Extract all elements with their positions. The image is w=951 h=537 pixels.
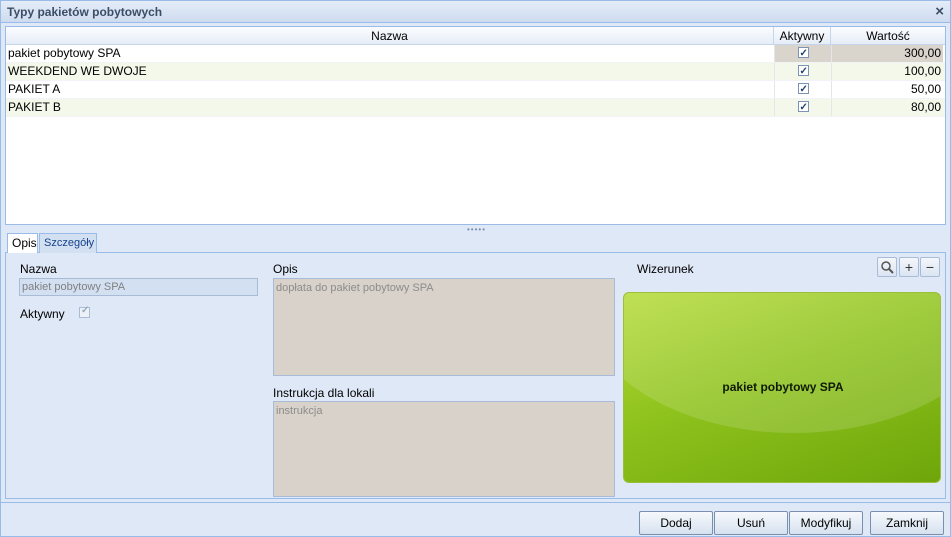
modify-button[interactable]: Modyfikuj — [789, 511, 863, 535]
add-button[interactable]: Dodaj — [639, 511, 713, 535]
cell-active[interactable] — [774, 63, 831, 80]
desc-label: Opis — [273, 262, 298, 276]
instr-label: Instrukcja dla lokali — [273, 386, 375, 400]
cell-value: 50,00 — [831, 81, 943, 98]
active-checkbox[interactable] — [797, 45, 809, 62]
table-row[interactable]: WEEKDEND WE DWOJE 100,00 — [6, 63, 945, 81]
detail-tabs: Opis Szczegóły — [5, 231, 946, 254]
image-add-button[interactable]: + — [899, 257, 919, 277]
title-bar[interactable]: Typy pakietów pobytowych × — [1, 1, 950, 23]
image-caption: pakiet pobytowy SPA — [722, 380, 844, 394]
desc-textarea[interactable]: dopłata do pakiet pobytowy SPA — [273, 278, 615, 376]
column-header-name[interactable]: Nazwa — [6, 27, 774, 45]
cell-active[interactable] — [774, 99, 831, 116]
tab-szczegoly[interactable]: Szczegóły — [39, 233, 97, 253]
table-row[interactable]: pakiet pobytowy SPA 300,00 — [6, 45, 945, 63]
packages-grid: Nazwa Aktywny Wartość pakiet pobytowy SP… — [5, 26, 946, 225]
image-label: Wizerunek — [637, 262, 694, 276]
instr-textarea[interactable]: instrukcja — [273, 401, 615, 497]
table-row[interactable]: PAKIET B 80,00 — [6, 99, 945, 117]
cell-value: 100,00 — [831, 63, 943, 80]
active-checkbox[interactable] — [797, 63, 809, 80]
window-title: Typy pakietów pobytowych — [7, 5, 163, 19]
cell-name: PAKIET B — [8, 100, 61, 114]
close-button[interactable]: Zamknij — [870, 511, 944, 535]
cell-value: 80,00 — [831, 99, 943, 116]
image-zoom-button[interactable] — [877, 257, 897, 277]
grid-header: Nazwa Aktywny Wartość — [6, 27, 945, 45]
active-checkbox-disabled[interactable] — [79, 305, 90, 318]
table-row[interactable]: PAKIET A 50,00 — [6, 81, 945, 99]
image-remove-button[interactable]: − — [920, 257, 940, 277]
image-gloss — [624, 293, 940, 433]
active-label: Aktywny — [20, 307, 65, 321]
cell-name: PAKIET A — [8, 82, 61, 96]
column-header-value[interactable]: Wartość — [831, 27, 945, 45]
cell-value: 300,00 — [831, 45, 943, 62]
name-field[interactable]: pakiet pobytowy SPA — [19, 278, 258, 296]
minus-icon: − — [925, 259, 935, 275]
tab-opis[interactable]: Opis — [7, 233, 38, 254]
close-icon[interactable]: × — [935, 3, 944, 20]
cell-active[interactable] — [774, 45, 831, 62]
cell-name: pakiet pobytowy SPA — [8, 46, 121, 60]
active-checkbox[interactable] — [797, 99, 809, 116]
search-icon — [881, 261, 894, 274]
remove-button[interactable]: Usuń — [714, 511, 788, 535]
plus-icon: + — [904, 259, 914, 275]
dialog-window: Typy pakietów pobytowych × Nazwa Aktywny… — [0, 0, 951, 537]
column-header-active[interactable]: Aktywny — [774, 27, 831, 45]
cell-active[interactable] — [774, 81, 831, 98]
active-checkbox[interactable] — [797, 81, 809, 98]
cell-name: WEEKDEND WE DWOJE — [8, 64, 147, 78]
package-image: pakiet pobytowy SPA — [623, 292, 941, 483]
name-label: Nazwa — [20, 262, 57, 276]
